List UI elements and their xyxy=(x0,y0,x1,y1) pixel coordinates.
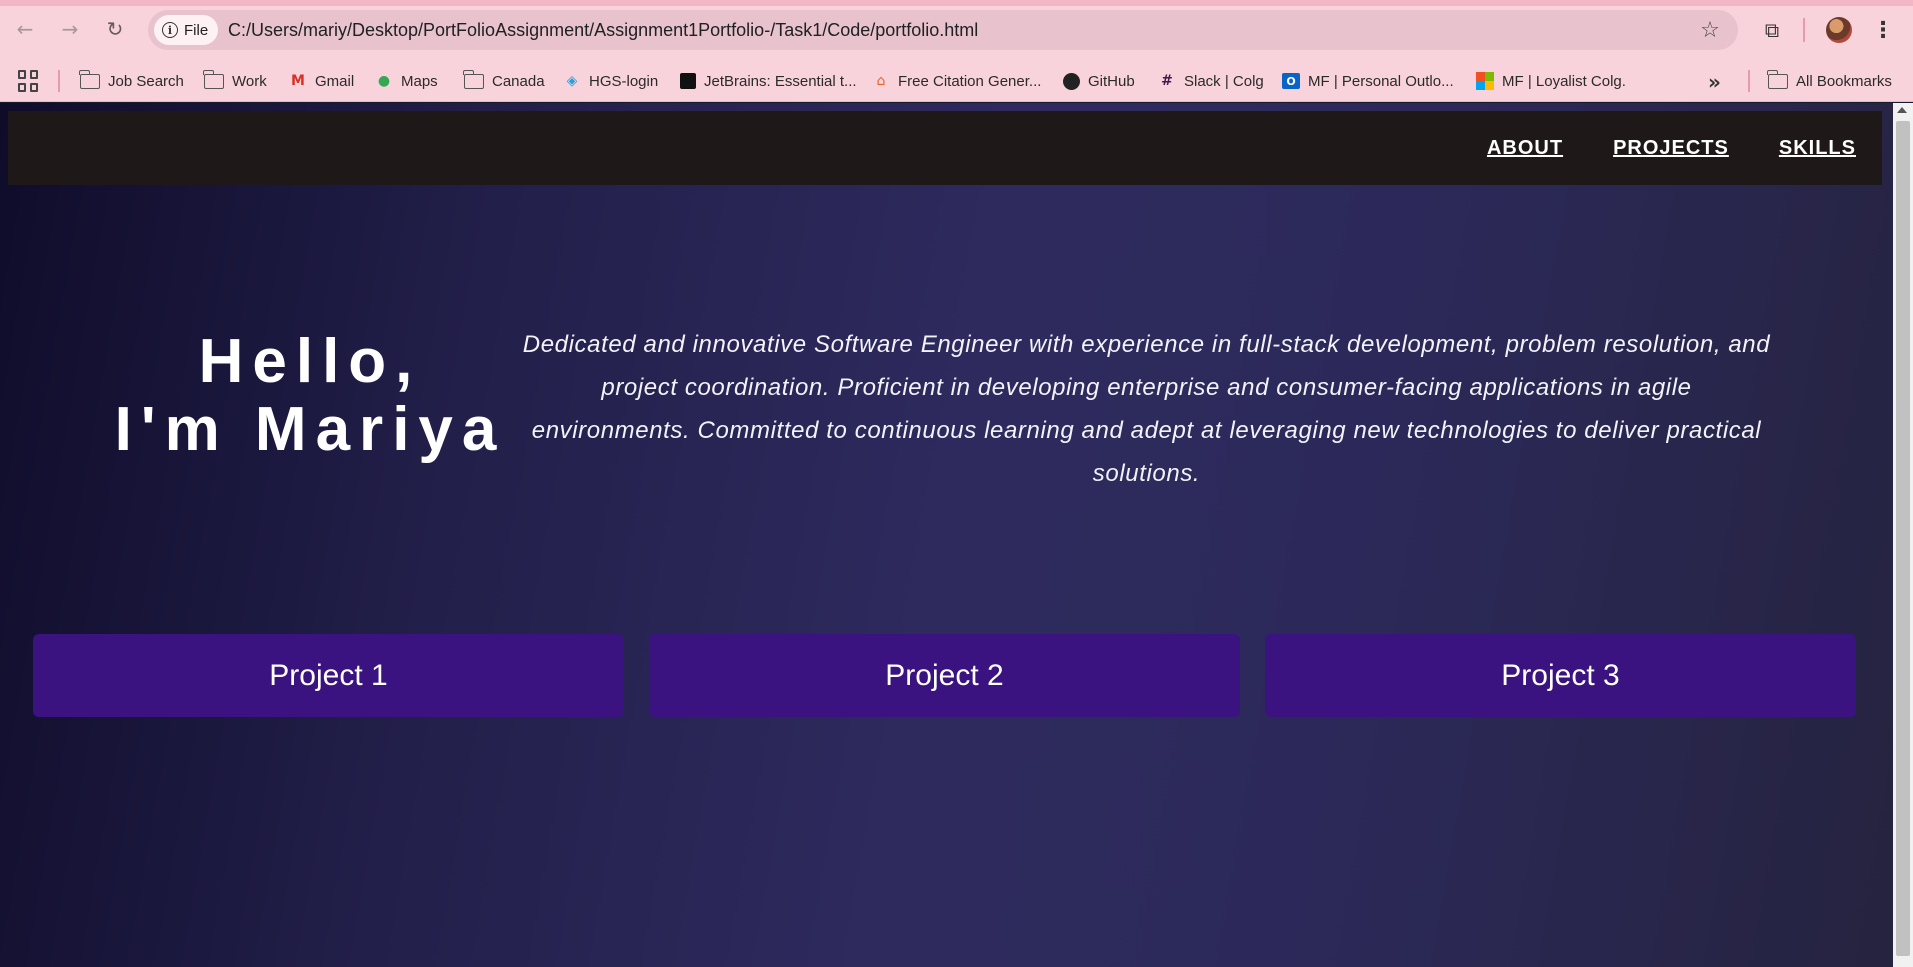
hero-heading-line-2: I'm Mariya xyxy=(114,395,506,464)
bookmark-canada[interactable]: Canada xyxy=(463,66,545,96)
bookmark-label: MF | Personal Outlo... xyxy=(1308,72,1454,90)
tab-strip xyxy=(0,0,1913,6)
hero-heading: Hello, I'm Mariya xyxy=(100,328,520,464)
page-viewport: ABOUT PROJECTS SKILLS Hello, I'm Mariya … xyxy=(0,103,1893,967)
slack-icon: # xyxy=(1161,73,1173,89)
outlook-icon: O xyxy=(1282,73,1300,89)
bookmark-outlook[interactable]: O MF | Personal Outlo... xyxy=(1282,66,1454,96)
chevron-more-icon[interactable]: » xyxy=(1708,70,1721,94)
bookmark-citation[interactable]: ⌂ Free Citation Gener... xyxy=(872,66,1042,96)
bookmark-gmail[interactable]: M Gmail xyxy=(289,66,354,96)
avatar[interactable] xyxy=(1826,17,1852,43)
bookmark-label: Free Citation Gener... xyxy=(898,72,1042,90)
folder-icon xyxy=(79,69,100,89)
all-bookmarks[interactable]: All Bookmarks xyxy=(1767,66,1892,96)
nav-link-projects[interactable]: PROJECTS xyxy=(1613,137,1729,160)
bookmark-job-search[interactable]: Job Search xyxy=(79,66,184,96)
file-chip-label: File xyxy=(184,21,209,39)
apps-grid-icon[interactable] xyxy=(18,70,40,92)
folder-icon xyxy=(1767,69,1788,89)
bookmark-label: Slack | Colg xyxy=(1184,72,1264,90)
hgs-icon: ◈ xyxy=(566,73,578,89)
puzzle-icon[interactable]: ⧉ xyxy=(1757,15,1787,45)
bookmark-label: Maps xyxy=(401,72,438,90)
kebab-menu-icon[interactable]: ⋮ xyxy=(1870,15,1896,45)
forward-arrow-icon[interactable]: → xyxy=(55,14,85,44)
bookmark-slack[interactable]: # Slack | Colg xyxy=(1158,66,1264,96)
bookmark-label: GitHub xyxy=(1088,72,1135,90)
project-card-2[interactable]: Project 2 xyxy=(649,634,1240,717)
citation-icon: ⌂ xyxy=(876,73,886,89)
maps-icon: ● xyxy=(377,73,391,89)
bookmark-label: Job Search xyxy=(108,72,184,90)
bookmarks-divider xyxy=(58,70,60,92)
bookmark-jetbrains[interactable]: JetBrains: Essential t... xyxy=(680,66,857,96)
bookmarks-divider xyxy=(1748,70,1750,92)
folder-icon xyxy=(463,69,484,89)
bookmark-label: HGS-login xyxy=(589,72,659,90)
gmail-icon: M xyxy=(291,73,305,89)
hero-heading-line-1: Hello, xyxy=(198,327,422,396)
bookmark-label: MF | Loyalist Colg. xyxy=(1502,72,1626,90)
project-card-3[interactable]: Project 3 xyxy=(1265,634,1856,717)
bookmark-label: Work xyxy=(232,72,267,90)
bookmark-maps[interactable]: ● Maps xyxy=(375,66,438,96)
info-icon: i xyxy=(162,22,178,38)
hero-description: Dedicated and innovative Software Engine… xyxy=(522,331,1771,487)
address-bar[interactable]: i File C:/Users/mariy/Desktop/PortFolioA… xyxy=(148,10,1738,50)
bookmark-work[interactable]: Work xyxy=(203,66,267,96)
folder-icon xyxy=(203,69,224,89)
star-icon[interactable]: ☆ xyxy=(1696,16,1724,44)
all-bookmarks-label: All Bookmarks xyxy=(1796,72,1892,90)
bookmark-label: Gmail xyxy=(315,72,355,90)
nav-link-skills[interactable]: SKILLS xyxy=(1779,137,1856,160)
bookmark-label: Canada xyxy=(492,72,545,90)
github-icon xyxy=(1063,72,1080,90)
scroll-up-arrow-icon[interactable] xyxy=(1897,107,1907,113)
scrollbar-thumb[interactable] xyxy=(1896,121,1910,956)
vertical-scrollbar[interactable] xyxy=(1893,103,1913,967)
jetbrains-icon xyxy=(680,73,696,89)
projects-row: Project 1 Project 2 Project 3 xyxy=(33,634,1856,717)
project-card-1[interactable]: Project 1 xyxy=(33,634,624,717)
back-arrow-icon[interactable]: ← xyxy=(10,14,40,44)
url-text[interactable]: C:/Users/mariy/Desktop/PortFolioAssignme… xyxy=(228,10,978,50)
site-info-chip[interactable]: i File xyxy=(154,15,219,45)
toolbar-divider xyxy=(1803,18,1805,42)
nav-link-about[interactable]: ABOUT xyxy=(1487,137,1563,160)
bookmark-github[interactable]: GitHub xyxy=(1063,66,1135,96)
bookmark-hgs-login[interactable]: ◈ HGS-login xyxy=(563,66,659,96)
reload-icon[interactable]: ↻ xyxy=(100,14,130,44)
site-navbar: ABOUT PROJECTS SKILLS xyxy=(8,111,1882,185)
bookmark-loyalist[interactable]: MF | Loyalist Colg. xyxy=(1476,66,1626,96)
bookmark-label: JetBrains: Essential t... xyxy=(704,72,857,90)
bookmarks-bar: Job Search Work M Gmail ● Maps Canada ◈ … xyxy=(0,60,1913,102)
microsoft-icon xyxy=(1476,72,1494,90)
browser-toolbar: ← → ↻ i File C:/Users/mariy/Desktop/Port… xyxy=(0,0,1913,60)
